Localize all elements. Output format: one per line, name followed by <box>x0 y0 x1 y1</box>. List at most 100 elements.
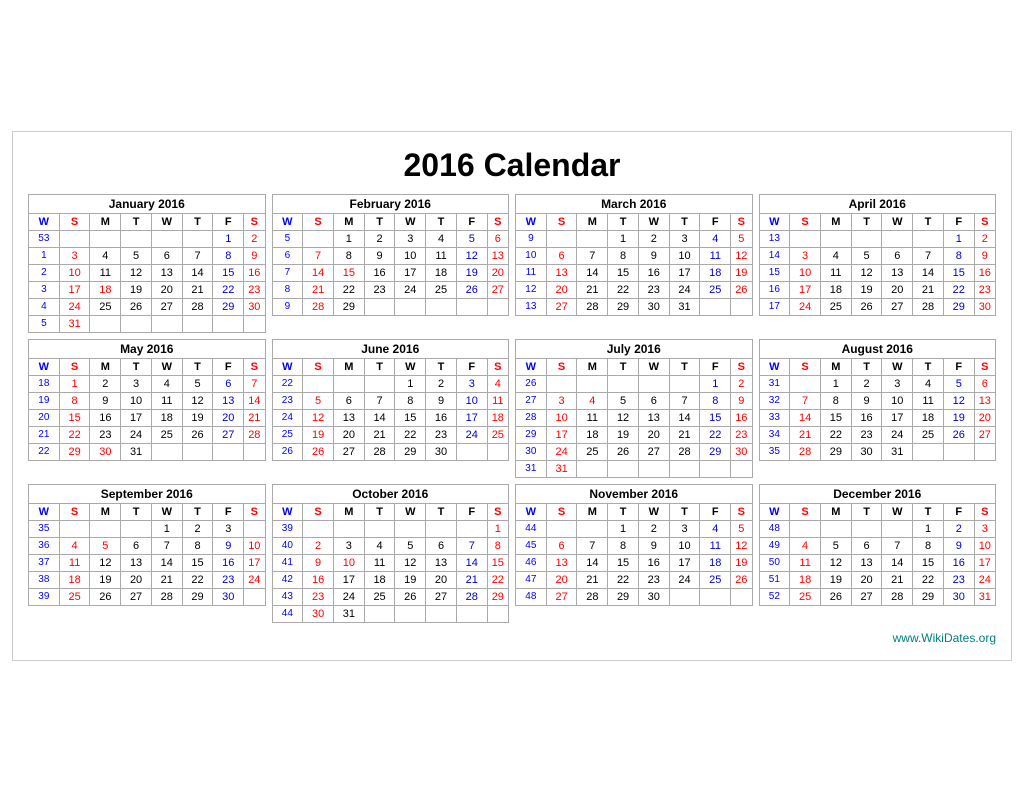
col-header-day: M <box>333 358 364 375</box>
day-cell: 10 <box>333 554 364 571</box>
day-cell: 2 <box>638 520 669 537</box>
col-header-day: M <box>333 213 364 230</box>
day-cell: 17 <box>244 554 265 571</box>
week-number: 31 <box>516 460 547 477</box>
day-cell: 9 <box>244 247 265 264</box>
day-cell <box>943 443 974 460</box>
week-number: 39 <box>272 520 303 537</box>
day-cell: 21 <box>456 571 487 588</box>
day-cell: 28 <box>913 298 944 315</box>
col-header-sat: S <box>731 213 752 230</box>
day-cell: 12 <box>851 264 882 281</box>
day-cell: 11 <box>790 554 821 571</box>
day-cell <box>121 315 152 332</box>
day-cell: 30 <box>851 443 882 460</box>
day-cell: 28 <box>182 298 213 315</box>
day-cell: 23 <box>364 281 395 298</box>
col-header-week: W <box>272 358 303 375</box>
day-cell: 25 <box>700 281 731 298</box>
day-cell <box>577 375 608 392</box>
month-table: November 2016WSMTWTFS4412345456789101112… <box>515 484 753 606</box>
day-cell: 31 <box>333 605 364 622</box>
month-table: August 2016WSMTWTFS311234563278910111213… <box>759 339 997 461</box>
day-cell: 23 <box>638 281 669 298</box>
day-cell <box>669 460 700 477</box>
col-header-day: T <box>426 358 457 375</box>
day-cell: 4 <box>90 247 121 264</box>
day-cell: 20 <box>151 281 182 298</box>
col-header-day: T <box>913 358 944 375</box>
day-cell: 16 <box>851 409 882 426</box>
day-cell: 12 <box>121 264 152 281</box>
month-title: June 2016 <box>272 339 509 358</box>
day-cell: 25 <box>426 281 457 298</box>
week-number: 50 <box>759 554 790 571</box>
day-cell <box>121 520 152 537</box>
week-number: 9 <box>272 298 303 315</box>
day-cell: 13 <box>546 264 577 281</box>
day-cell: 23 <box>244 281 265 298</box>
day-cell: 4 <box>487 375 508 392</box>
day-cell: 17 <box>669 554 700 571</box>
day-cell: 10 <box>669 537 700 554</box>
week-number: 3 <box>29 281 60 298</box>
week-number: 6 <box>272 247 303 264</box>
day-cell: 27 <box>546 298 577 315</box>
day-cell: 12 <box>608 409 639 426</box>
col-header-sun: S <box>59 503 90 520</box>
day-cell: 23 <box>213 571 244 588</box>
week-number: 37 <box>29 554 60 571</box>
col-header-week: W <box>272 213 303 230</box>
day-cell: 28 <box>151 588 182 605</box>
col-header-day: F <box>213 358 244 375</box>
day-cell: 18 <box>700 264 731 281</box>
day-cell: 11 <box>151 392 182 409</box>
day-cell: 3 <box>395 230 426 247</box>
day-cell: 11 <box>913 392 944 409</box>
day-cell: 30 <box>303 605 334 622</box>
day-cell: 8 <box>820 392 851 409</box>
day-cell: 10 <box>456 392 487 409</box>
day-cell: 18 <box>151 409 182 426</box>
day-cell: 30 <box>974 298 995 315</box>
day-cell: 3 <box>546 392 577 409</box>
day-cell: 28 <box>303 298 334 315</box>
day-cell <box>303 375 334 392</box>
col-header-day: W <box>151 213 182 230</box>
day-cell: 11 <box>90 264 121 281</box>
day-cell: 1 <box>395 375 426 392</box>
col-header-sat: S <box>487 213 508 230</box>
week-number: 29 <box>516 426 547 443</box>
day-cell <box>244 588 265 605</box>
day-cell: 15 <box>913 554 944 571</box>
day-cell: 19 <box>456 264 487 281</box>
day-cell: 9 <box>638 537 669 554</box>
month-container: December 2016WSMTWTFS4812349456789105011… <box>759 484 997 623</box>
day-cell: 7 <box>364 392 395 409</box>
day-cell: 9 <box>943 537 974 554</box>
day-cell: 5 <box>456 230 487 247</box>
col-header-day: T <box>669 503 700 520</box>
day-cell: 15 <box>487 554 508 571</box>
day-cell: 19 <box>303 426 334 443</box>
day-cell <box>364 298 395 315</box>
day-cell: 15 <box>213 264 244 281</box>
day-cell: 24 <box>669 571 700 588</box>
week-number: 25 <box>272 426 303 443</box>
day-cell: 4 <box>426 230 457 247</box>
day-cell <box>882 520 913 537</box>
col-header-sat: S <box>731 503 752 520</box>
week-number: 45 <box>516 537 547 554</box>
day-cell: 20 <box>882 281 913 298</box>
day-cell: 7 <box>244 375 265 392</box>
day-cell: 7 <box>151 537 182 554</box>
day-cell: 23 <box>943 571 974 588</box>
day-cell: 10 <box>974 537 995 554</box>
day-cell: 4 <box>820 247 851 264</box>
day-cell: 18 <box>426 264 457 281</box>
month-container: April 2016WSMTWTFS1312143456789151011121… <box>759 194 997 333</box>
day-cell: 25 <box>151 426 182 443</box>
day-cell: 26 <box>731 281 752 298</box>
week-number: 48 <box>516 588 547 605</box>
day-cell: 26 <box>395 588 426 605</box>
